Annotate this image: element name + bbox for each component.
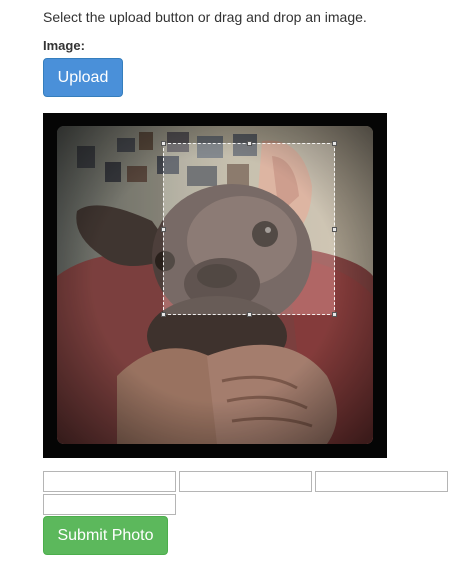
crop-y-input[interactable] <box>179 471 312 492</box>
uploaded-photo <box>57 126 373 444</box>
crop-width-input[interactable] <box>315 471 448 492</box>
crop-handle-top-right[interactable] <box>332 141 337 146</box>
crop-handle-top[interactable] <box>247 141 252 146</box>
upload-page: Select the upload button or drag and dro… <box>0 0 474 579</box>
crop-handle-left[interactable] <box>161 227 166 232</box>
submit-photo-button[interactable]: Submit Photo <box>43 516 168 555</box>
upload-button[interactable]: Upload <box>43 58 123 97</box>
crop-handle-bottom[interactable] <box>247 312 252 317</box>
crop-handle-top-left[interactable] <box>161 141 166 146</box>
crop-x-input[interactable] <box>43 471 176 492</box>
image-field-label: Image: <box>43 38 85 53</box>
image-preview-frame <box>43 113 387 458</box>
crop-handle-bottom-right[interactable] <box>332 312 337 317</box>
crop-handle-bottom-left[interactable] <box>161 312 166 317</box>
crop-selection[interactable] <box>161 141 337 317</box>
crop-handle-right[interactable] <box>332 227 337 232</box>
crop-height-input[interactable] <box>43 494 176 515</box>
instructions-text: Select the upload button or drag and dro… <box>43 9 367 25</box>
